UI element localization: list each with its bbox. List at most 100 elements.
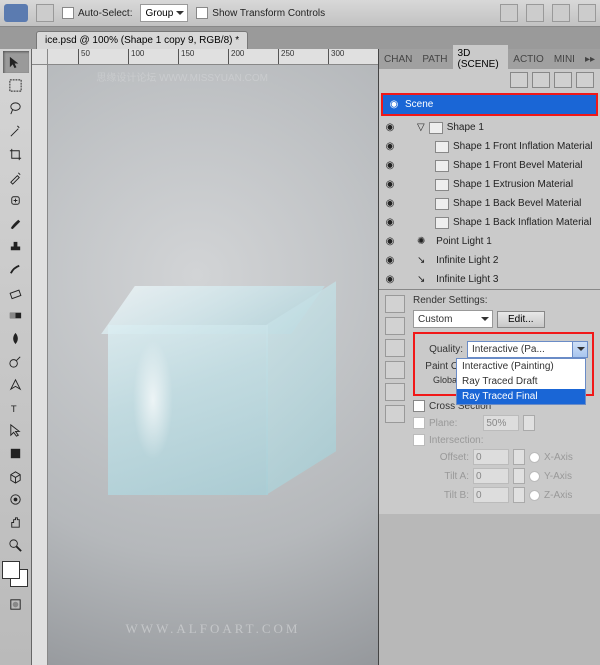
scene-row-material[interactable]: ◉Shape 1 Back Bevel Material <box>379 194 600 213</box>
canvas-area: 50 100 150 200 250 300 思缘设计论坛 WWW.MISSYU… <box>32 49 378 665</box>
visibility-icon[interactable]: ◉ <box>383 121 397 135</box>
tilt-b-label: Tilt B: <box>413 490 469 501</box>
eyedropper-tool[interactable] <box>3 166 29 188</box>
brush-tool[interactable] <box>3 212 29 234</box>
dodge-tool[interactable] <box>3 350 29 372</box>
blur-tool[interactable] <box>3 327 29 349</box>
tab-paths[interactable]: PATH <box>417 51 452 68</box>
move-tool[interactable] <box>3 51 29 73</box>
material-icon <box>435 198 449 210</box>
preset-icon[interactable] <box>385 295 405 313</box>
preset-icon[interactable] <box>385 405 405 423</box>
edit-button[interactable]: Edit... <box>497 311 545 328</box>
ruler-vertical <box>32 65 48 665</box>
point-light-icon: ✺ <box>417 236 425 247</box>
color-swatches[interactable] <box>2 561 30 593</box>
quality-dropdown[interactable]: Interactive (Pa... <box>467 341 588 358</box>
toolbox: T <box>0 49 32 665</box>
visibility-icon[interactable]: ◉ <box>387 98 401 112</box>
plane-spinner: 50% <box>483 415 519 431</box>
material-icon <box>435 141 449 153</box>
quickmask-toggle[interactable] <box>3 593 29 615</box>
scene-row-material[interactable]: ◉Shape 1 Front Bevel Material <box>379 156 600 175</box>
document-canvas[interactable]: 思缘设计论坛 WWW.MISSYUAN.COM WWW.ALFOART.COM <box>48 65 378 665</box>
tab-channels[interactable]: CHAN <box>379 51 417 68</box>
tab-overflow-icon[interactable]: ▸▸ <box>580 51 600 68</box>
type-tool[interactable]: T <box>3 396 29 418</box>
render-preset-dropdown[interactable]: Custom <box>413 310 493 328</box>
infinite-light-icon: ↘ <box>417 274 425 285</box>
3d-tool[interactable] <box>3 465 29 487</box>
quality-dropdown-list[interactable]: Interactive (Painting) Ray Traced Draft … <box>456 358 586 405</box>
camera-tool[interactable] <box>3 488 29 510</box>
heal-tool[interactable] <box>3 189 29 211</box>
stamp-tool[interactable] <box>3 235 29 257</box>
spin-arrows-icon <box>523 415 535 431</box>
pen-tool[interactable] <box>3 373 29 395</box>
visibility-icon[interactable]: ◉ <box>383 254 397 268</box>
filter-material-icon[interactable] <box>554 72 572 88</box>
scene-row-light[interactable]: ◉↘ Infinite Light 2 <box>379 251 600 270</box>
auto-select-checkbox[interactable]: Auto-Select: <box>62 7 132 19</box>
visibility-icon[interactable]: ◉ <box>383 216 397 230</box>
show-transform-checkbox[interactable]: Show Transform Controls <box>196 7 325 19</box>
quality-option[interactable]: Interactive (Painting) <box>457 359 585 374</box>
visibility-icon[interactable]: ◉ <box>383 159 397 173</box>
x-axis-radio <box>529 452 540 463</box>
mesh-icon <box>429 122 443 134</box>
hand-tool[interactable] <box>3 511 29 533</box>
quality-option[interactable]: Ray Traced Final <box>457 389 585 404</box>
preset-icon[interactable] <box>385 317 405 335</box>
fg-color-swatch[interactable] <box>2 561 20 579</box>
visibility-icon[interactable]: ◉ <box>383 235 397 249</box>
preset-icon[interactable] <box>385 383 405 401</box>
document-tab[interactable]: ice.psd @ 100% (Shape 1 copy 9, RGB/8) * <box>36 31 248 49</box>
y-axis-radio <box>529 471 540 482</box>
watermark-text: 思缘设计论坛 WWW.MISSYUAN.COM <box>96 69 268 84</box>
preset-icon[interactable] <box>385 339 405 357</box>
auto-select-dropdown[interactable]: Group <box>140 4 188 22</box>
scene-row-light[interactable]: ◉↘ Infinite Light 3 <box>379 270 600 289</box>
ice-cube-art <box>98 280 328 510</box>
scene-row-scene[interactable]: ◉ Scene <box>383 95 596 114</box>
align-icon[interactable] <box>578 4 596 22</box>
visibility-icon[interactable]: ◉ <box>383 178 397 192</box>
infinite-light-icon: ↘ <box>417 255 425 266</box>
history-brush-tool[interactable] <box>3 258 29 280</box>
preset-icon[interactable] <box>385 361 405 379</box>
visibility-icon[interactable]: ◉ <box>383 273 397 287</box>
chevron-down-icon[interactable] <box>572 342 587 357</box>
visibility-icon[interactable]: ◉ <box>383 197 397 211</box>
align-icon[interactable] <box>526 4 544 22</box>
tab-actions[interactable]: ACTIO <box>508 51 549 68</box>
gradient-tool[interactable] <box>3 304 29 326</box>
scene-row-shape[interactable]: ◉ ▽ Shape 1 <box>379 118 600 137</box>
scene-filter-toolbar <box>379 69 600 91</box>
align-icon[interactable] <box>500 4 518 22</box>
lasso-tool[interactable] <box>3 97 29 119</box>
eraser-tool[interactable] <box>3 281 29 303</box>
scene-row-material[interactable]: ◉Shape 1 Front Inflation Material <box>379 137 600 156</box>
shape-tool[interactable] <box>3 442 29 464</box>
filter-mesh-icon[interactable] <box>532 72 550 88</box>
panel-tab-strip: CHAN PATH 3D (SCENE) ACTIO MINI ▸▸ <box>379 49 600 69</box>
zoom-tool[interactable] <box>3 534 29 556</box>
scene-row-light[interactable]: ◉✺ Point Light 1 <box>379 232 600 251</box>
scene-row-material[interactable]: ◉Shape 1 Extrusion Material <box>379 175 600 194</box>
svg-text:T: T <box>11 404 17 414</box>
z-axis-radio <box>529 490 540 501</box>
quality-option[interactable]: Ray Traced Draft <box>457 374 585 389</box>
filter-light-icon[interactable] <box>576 72 594 88</box>
visibility-icon[interactable]: ◉ <box>383 140 397 154</box>
render-settings-panel: Render Settings: Custom Edit... Quality:… <box>379 289 600 514</box>
path-select-tool[interactable] <box>3 419 29 441</box>
tab-mini[interactable]: MINI <box>549 51 580 68</box>
marquee-tool[interactable] <box>3 74 29 96</box>
scene-row-material[interactable]: ◉Shape 1 Back Inflation Material <box>379 213 600 232</box>
align-icon[interactable] <box>552 4 570 22</box>
material-icon <box>435 179 449 191</box>
wand-tool[interactable] <box>3 120 29 142</box>
ruler-horizontal: 50 100 150 200 250 300 <box>48 49 378 65</box>
crop-tool[interactable] <box>3 143 29 165</box>
filter-all-icon[interactable] <box>510 72 528 88</box>
